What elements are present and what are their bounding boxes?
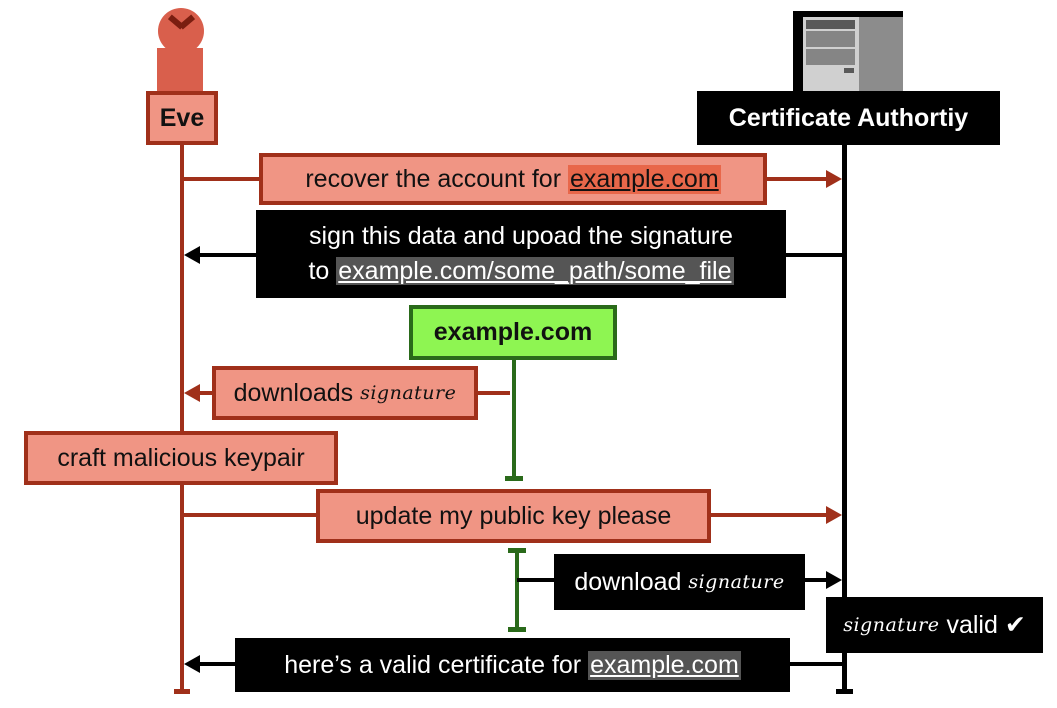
server-icon-led <box>844 68 854 73</box>
m8-link: example.com <box>588 650 741 680</box>
person-icon-body <box>157 48 203 96</box>
server-icon-bay-1 <box>806 20 855 29</box>
site-actor: example.com <box>409 305 617 360</box>
m5-arrowhead <box>826 506 842 524</box>
m3-arrowhead <box>184 384 200 402</box>
m6-arrowhead <box>826 571 842 589</box>
person-icon <box>155 8 207 96</box>
server-icon-bay-3 <box>806 49 855 65</box>
m8-arrowhead <box>184 655 200 673</box>
server-icon-panel-right <box>859 17 903 101</box>
m7-action: signature valid ✔ <box>826 597 1043 653</box>
eve-lifeline <box>180 145 184 693</box>
m6-message: download signature <box>554 554 805 610</box>
m2-message: sign this data and upoad the signature t… <box>256 210 786 298</box>
site-lifeline-2-end <box>508 627 526 632</box>
m1-message: recover the account for example.com <box>259 153 767 205</box>
m6-signature: signature <box>688 571 785 593</box>
m4-action: craft malicious keypair <box>24 431 338 485</box>
m2-link: example.com/some_path/some_file <box>336 257 734 285</box>
server-icon-bay-2 <box>806 31 855 47</box>
site-lifeline-2 <box>515 550 519 630</box>
ca-label: Certificate Authortiy <box>697 91 1000 145</box>
m2-arrowhead <box>184 246 200 264</box>
m5-message: update my public key please <box>316 489 711 543</box>
site-lifeline-1-end <box>505 476 523 481</box>
m3-message: downloads signature <box>212 366 478 420</box>
m3-signature: signature <box>360 382 457 404</box>
m1-link: example.com <box>567 164 721 194</box>
m7-signature: signature <box>843 614 940 636</box>
eve-lifeline-end <box>174 689 190 694</box>
server-icon <box>793 11 903 101</box>
m2-line2: to example.com/some_path/some_file <box>308 257 734 285</box>
m1-arrowhead <box>826 170 842 188</box>
site-lifeline-1 <box>512 358 516 478</box>
m8-message: here’s a valid certificate for example.c… <box>235 638 790 692</box>
ca-lifeline-end <box>836 689 853 694</box>
checkmark-icon: ✔ <box>1004 611 1026 639</box>
eve-label: Eve <box>146 91 218 145</box>
m2-line1: sign this data and upoad the signature <box>309 222 733 250</box>
